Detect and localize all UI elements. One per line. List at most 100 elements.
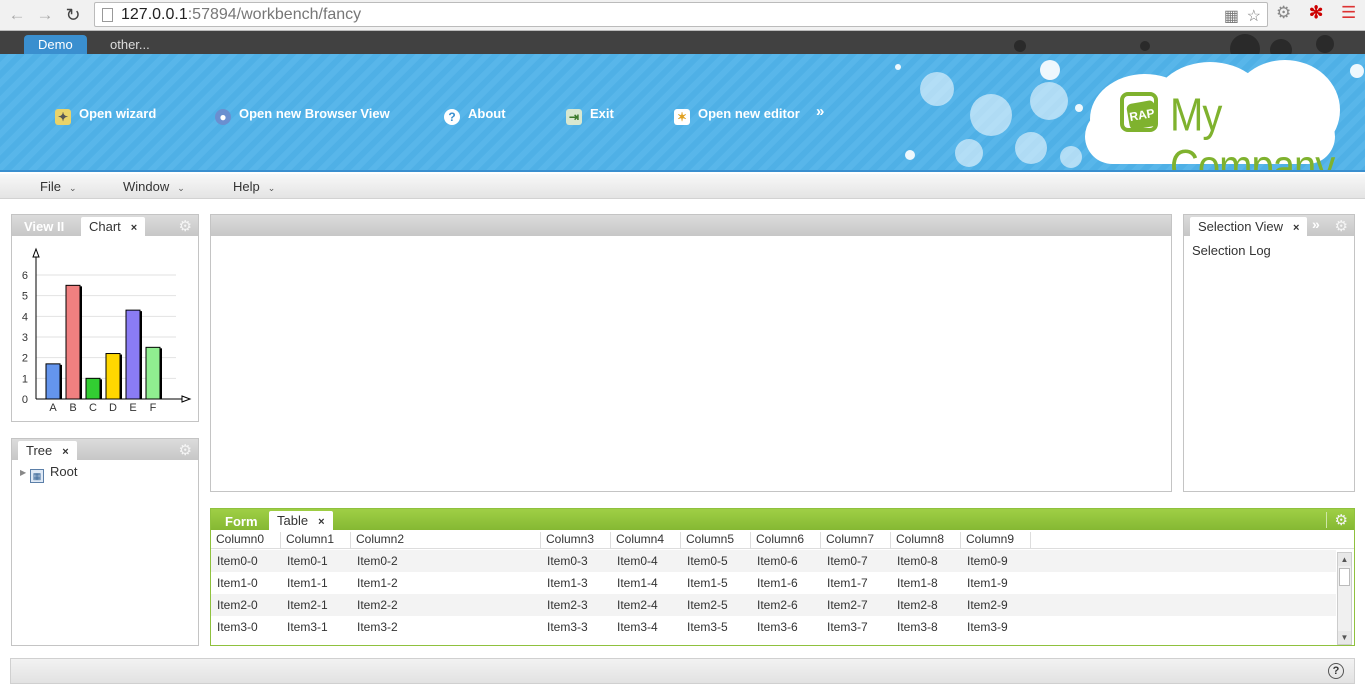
bar-e <box>125 309 141 400</box>
dictionary-extension-icon[interactable]: ✻ <box>1309 3 1323 23</box>
table-cell: Item2-8 <box>897 598 938 612</box>
address-bar[interactable]: 127.0.0.1:57894/workbench/fancy ▦ ☆ <box>94 2 1268 27</box>
table-cell: Item0-2 <box>357 554 398 568</box>
y-tick-label: 5 <box>22 291 28 303</box>
url-host: 127.0.0.1 <box>121 6 188 23</box>
translate-icon[interactable]: ▦ <box>1224 6 1239 26</box>
column-header[interactable]: Column1 <box>281 532 351 548</box>
table-cell: Item2-0 <box>217 598 258 612</box>
column-header[interactable]: Column7 <box>821 532 891 548</box>
toolbar-overflow-chevron-icon[interactable]: » <box>816 103 824 121</box>
chart-view-panel: View II Chart × ⚙ 0 1 2 3 4 5 6 AB CDE F <box>11 214 199 422</box>
perspective-tab-other[interactable]: other... <box>96 35 164 54</box>
table-cell: Item3-3 <box>547 620 588 634</box>
gear-icon[interactable]: ⚙ <box>1335 217 1348 235</box>
x-tick-label: B <box>69 402 76 414</box>
scroll-down-icon[interactable]: ▼ <box>1338 631 1351 644</box>
table-row[interactable]: Item3-0 Item3-1 Item3-2 Item3-3 Item3-4 Item3… <box>211 616 1336 638</box>
extension-icon[interactable]: ⚙ <box>1276 3 1291 23</box>
column-header[interactable]: Column2 <box>351 532 541 548</box>
table-row[interactable]: Item0-0 Item0-1 Item0-2 Item0-3 Item0-4 Item0… <box>211 550 1336 572</box>
toolbar-about[interactable]: ? About <box>444 105 506 125</box>
tab-selection-view[interactable]: Selection View × <box>1190 217 1308 236</box>
menu-window[interactable]: Window ⌄ <box>123 179 185 194</box>
forward-arrow-icon[interactable]: → <box>34 4 56 26</box>
table-cell: Item1-2 <box>357 576 398 590</box>
menu-icon[interactable]: ☰ <box>1341 3 1356 23</box>
chevron-down-icon: ⌄ <box>68 183 77 193</box>
decor-dot <box>1140 41 1150 51</box>
vertical-scrollbar[interactable]: ▲ ▼ <box>1337 552 1352 645</box>
scroll-thumb[interactable] <box>1339 568 1350 586</box>
table-cell: Item1-4 <box>617 576 658 590</box>
tab-tree[interactable]: Tree × <box>18 441 77 460</box>
bubble-decor <box>1040 60 1060 80</box>
toolbar-open-browser-view[interactable]: ● Open new Browser View <box>215 105 390 125</box>
panel-tab-bar: Selection View × » ⚙ <box>1184 215 1354 236</box>
gear-icon[interactable]: ⚙ <box>179 217 192 235</box>
tab-label: Tree <box>26 443 53 458</box>
table-cell: Item1-9 <box>967 576 1008 590</box>
table-cell: Item2-2 <box>357 598 398 612</box>
bar-f <box>145 346 161 400</box>
y-tick-label: 0 <box>22 394 28 406</box>
tab-table[interactable]: Table × <box>269 511 333 530</box>
gear-icon[interactable]: ⚙ <box>179 441 192 459</box>
perspective-bar: Demo other... <box>0 31 1365 64</box>
chevron-right-icon[interactable]: » <box>1312 216 1320 232</box>
menu-help[interactable]: Help ⌄ <box>233 179 275 194</box>
toolbar-exit[interactable]: ⇥ Exit <box>566 105 614 125</box>
company-logo-text: My Company <box>1170 90 1335 172</box>
column-header[interactable]: Column5 <box>681 532 751 548</box>
bubble-decor <box>1030 82 1068 120</box>
column-header[interactable]: Column4 <box>611 532 681 548</box>
bubble-decor <box>1015 132 1047 164</box>
chevron-down-icon: ⌄ <box>177 183 185 193</box>
close-icon[interactable]: × <box>1293 222 1299 234</box>
table-cell: Item0-4 <box>617 554 658 568</box>
help-icon[interactable]: ? <box>1328 663 1344 679</box>
scroll-up-icon[interactable]: ▲ <box>1338 553 1351 566</box>
toolbar-open-wizard[interactable]: ✦ Open wizard <box>55 105 156 125</box>
x-tick-label: A <box>49 402 57 414</box>
close-icon[interactable]: × <box>62 446 68 458</box>
toolbar-open-new-editor[interactable]: ✶ Open new editor <box>674 105 800 125</box>
close-icon[interactable]: × <box>131 222 137 234</box>
menu-file[interactable]: File ⌄ <box>40 179 77 194</box>
column-header[interactable]: Column3 <box>541 532 611 548</box>
tree-node-root[interactable]: ▶ ▦ Root <box>20 464 77 483</box>
column-header[interactable]: Column6 <box>751 532 821 548</box>
menu-label: Help <box>233 179 260 194</box>
table-cell: Item0-6 <box>757 554 798 568</box>
gear-icon[interactable]: ⚙ <box>1335 511 1348 529</box>
bubble-decor <box>905 150 915 160</box>
table-cell: Item1-0 <box>217 576 258 590</box>
reload-icon[interactable]: ↻ <box>62 4 84 26</box>
close-icon[interactable]: × <box>318 516 324 528</box>
table-cell: Item1-5 <box>687 576 728 590</box>
bar-b <box>65 284 81 400</box>
menu-bar: File ⌄ Window ⌄ Help ⌄ <box>0 174 1365 199</box>
bookmark-star-icon[interactable]: ☆ <box>1247 6 1261 26</box>
bubble-decor <box>1060 146 1082 168</box>
table-cell: Item0-3 <box>547 554 588 568</box>
divider <box>1326 512 1327 528</box>
table-row[interactable]: Item1-0 Item1-1 Item1-2 Item1-3 Item1-4 Item1… <box>211 572 1336 594</box>
tab-form[interactable]: Form <box>217 512 266 531</box>
back-arrow-icon[interactable]: ← <box>6 4 28 26</box>
table-cell: Item2-3 <box>547 598 588 612</box>
tab-view-ii[interactable]: View II <box>16 217 72 236</box>
tree-expand-icon[interactable]: ▶ <box>20 468 30 477</box>
column-header[interactable]: Column8 <box>891 532 961 548</box>
table-row[interactable]: Item2-0 Item2-1 Item2-2 Item2-3 Item2-4 Item2… <box>211 594 1336 616</box>
tab-chart[interactable]: Chart × <box>81 217 146 236</box>
bubble-decor <box>955 139 983 167</box>
selection-log-label: Selection Log <box>1192 243 1271 258</box>
column-header[interactable]: Column0 <box>211 532 281 548</box>
column-header[interactable]: Column9 <box>961 532 1031 548</box>
perspective-tab-demo[interactable]: Demo <box>24 35 87 54</box>
logo-badge: RAP <box>1125 99 1159 131</box>
url-text[interactable]: 127.0.0.1:57894/workbench/fancy <box>121 6 361 24</box>
header-banner: ✦ Open wizard ● Open new Browser View ? Abo… <box>0 54 1365 172</box>
table-cell: Item3-0 <box>217 620 258 634</box>
